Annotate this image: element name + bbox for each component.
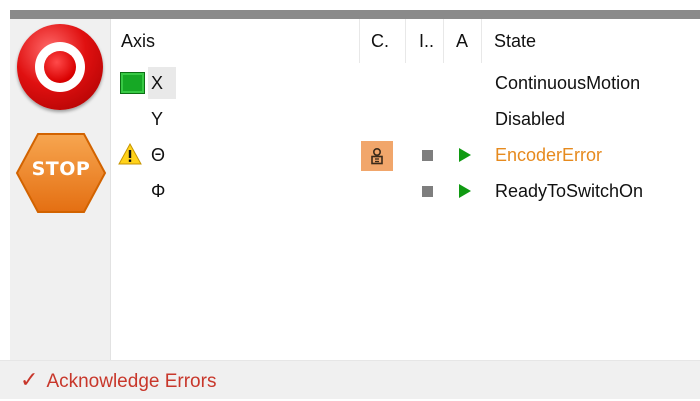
- axis-state: ContinuousMotion: [495, 73, 641, 93]
- column-header-a[interactable]: A: [456, 19, 468, 63]
- axis-name: Θ: [151, 145, 166, 165]
- play-triangle-icon[interactable]: [459, 184, 471, 198]
- column-header-axis[interactable]: Axis: [121, 19, 155, 63]
- column-header-state[interactable]: State: [494, 19, 536, 63]
- person-lock-icon[interactable]: [361, 141, 393, 171]
- green-square-icon: [120, 72, 145, 94]
- column-separator: [359, 19, 360, 63]
- axis-state: Disabled: [495, 109, 566, 129]
- stop-square-icon[interactable]: [422, 150, 433, 161]
- stop-label: STOP: [31, 158, 91, 180]
- person-lock-glyph: [371, 147, 383, 165]
- play-triangle-icon[interactable]: [459, 148, 471, 162]
- top-separator: [10, 10, 700, 19]
- axis-name: X: [151, 73, 164, 93]
- acknowledge-errors-label: Acknowledge Errors: [46, 371, 217, 392]
- emergency-stop-button[interactable]: [17, 24, 103, 110]
- axis-name: Φ: [151, 181, 166, 201]
- column-separator: [405, 19, 406, 63]
- check-icon: ✓: [20, 367, 39, 392]
- axis-name: Y: [151, 109, 164, 129]
- axis-state: ReadyToSwitchOn: [495, 181, 644, 201]
- warning-triangle-icon: [118, 143, 142, 165]
- column-header-c[interactable]: C.: [371, 19, 389, 63]
- axes-grid: Axis C. I.. A State X ContinuousMotion Y…: [111, 19, 700, 360]
- stop-square-icon[interactable]: [422, 186, 433, 197]
- column-separator: [481, 19, 482, 63]
- axis-state: EncoderError: [495, 145, 603, 165]
- column-header-i[interactable]: I..: [419, 19, 434, 63]
- stop-button[interactable]: STOP: [15, 132, 107, 214]
- top-bar: [0, 0, 700, 10]
- column-separator: [443, 19, 444, 63]
- footer-bar: ✓ Acknowledge Errors: [0, 360, 700, 399]
- estop-core: [44, 51, 76, 83]
- acknowledge-errors-button[interactable]: ✓ Acknowledge Errors: [20, 361, 216, 399]
